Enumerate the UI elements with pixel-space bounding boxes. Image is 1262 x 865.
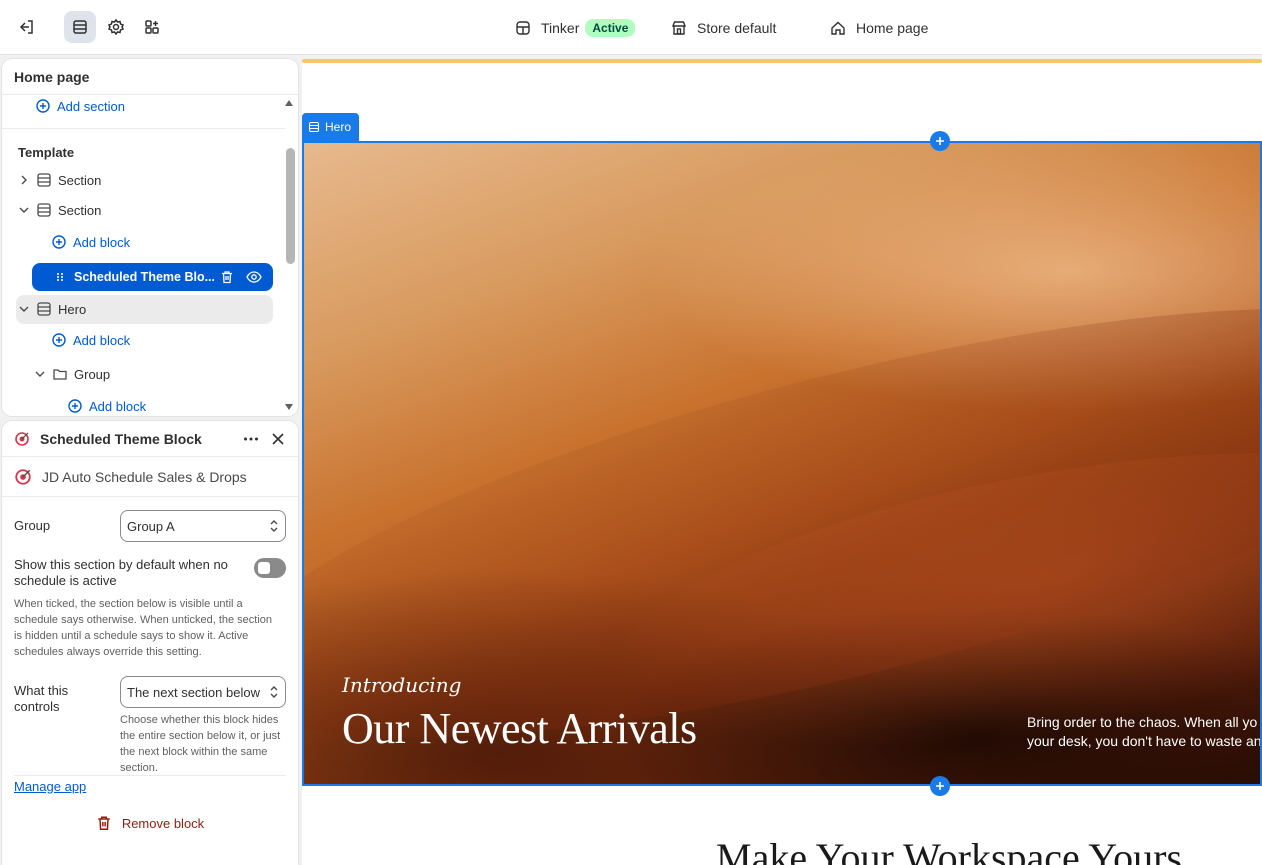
store-switcher[interactable]: Store default xyxy=(671,0,776,55)
section-icon xyxy=(37,203,51,217)
divider xyxy=(2,128,285,129)
group-select-value: Group A xyxy=(127,518,175,534)
block-panel-title: Scheduled Theme Block xyxy=(40,430,202,447)
plus-circle-icon xyxy=(52,333,66,347)
app-target-icon xyxy=(15,431,29,446)
page-name: Home page xyxy=(856,19,929,36)
add-block-button[interactable]: Add block xyxy=(52,326,130,354)
tree-item-scheduled-theme-block[interactable]: Scheduled Theme Blo... xyxy=(32,263,273,291)
plus-icon xyxy=(936,782,944,790)
hero-description: Bring order to the chaos. When all yo yo… xyxy=(1027,713,1262,751)
tree-item-label: Scheduled Theme Blo... xyxy=(74,270,214,284)
add-section-below-button[interactable] xyxy=(930,776,950,796)
folder-icon xyxy=(53,369,67,380)
close-icon[interactable] xyxy=(270,431,286,447)
add-block-label: Add block xyxy=(89,398,147,414)
apps-icon[interactable] xyxy=(136,11,168,43)
app-name: JD Auto Schedule Sales & Drops xyxy=(42,468,247,485)
announcement-bar xyxy=(302,59,1262,63)
chevron-right-icon[interactable] xyxy=(16,172,32,188)
hero-description-line: your desk, you don't have to waste an xyxy=(1027,733,1262,749)
hero-title: Our Newest Arrivals xyxy=(342,704,697,753)
chevron-down-icon[interactable] xyxy=(32,366,48,382)
hero-intro: Introducing xyxy=(342,673,462,697)
block-panel-header: Scheduled Theme Block xyxy=(2,421,298,457)
tree-item-label: Section xyxy=(58,202,102,218)
remove-block-button[interactable]: Remove block xyxy=(2,815,298,831)
trash-icon[interactable] xyxy=(220,270,234,284)
plus-icon xyxy=(936,137,944,145)
theme-switcher[interactable]: Tinker Active xyxy=(515,0,636,55)
hero-section-tag[interactable]: Hero xyxy=(302,113,360,141)
sections-icon[interactable] xyxy=(64,11,96,43)
scroll-down-icon[interactable] xyxy=(284,403,294,411)
store-icon xyxy=(671,20,687,36)
group-select[interactable]: Group A xyxy=(120,510,286,542)
app-logo-icon xyxy=(15,468,31,485)
tree-item-section-2[interactable]: Section xyxy=(16,196,101,224)
eye-icon[interactable] xyxy=(246,270,262,284)
panel-title: Home page xyxy=(2,59,298,95)
add-section-button[interactable]: Add section xyxy=(36,92,125,120)
controls-select[interactable]: The next section below xyxy=(120,676,286,708)
group-label: Group xyxy=(14,518,51,533)
exit-icon[interactable] xyxy=(10,11,42,43)
tree-item-label: Group xyxy=(74,366,111,382)
tree-item-label: Section xyxy=(58,172,102,188)
gear-icon[interactable] xyxy=(100,11,132,43)
trash-icon xyxy=(98,816,110,831)
plus-circle-icon xyxy=(36,99,50,113)
page-switcher[interactable]: Home page xyxy=(830,0,928,55)
section-icon xyxy=(37,302,51,316)
tree-item-section-1[interactable]: Section xyxy=(16,166,101,194)
add-section-label: Add section xyxy=(57,98,125,114)
chevron-down-icon[interactable] xyxy=(16,301,32,317)
home-icon xyxy=(830,20,846,36)
plus-circle-icon xyxy=(52,235,66,249)
next-section-title: Make Your Workspace Yours xyxy=(716,835,1183,865)
add-block-button[interactable]: Add block xyxy=(52,228,130,256)
tree-item-hero[interactable]: Hero xyxy=(16,295,86,323)
add-section-above-button[interactable] xyxy=(930,131,950,151)
add-block-label: Add block xyxy=(73,234,131,250)
tree-item-group[interactable]: Group xyxy=(32,360,110,388)
block-settings-panel: Scheduled Theme Block JD Auto Schedule S… xyxy=(2,421,298,865)
controls-label: What this controls xyxy=(14,683,69,714)
store-name: Store default xyxy=(697,19,777,36)
select-chevrons-icon xyxy=(270,686,278,698)
divider xyxy=(14,775,286,776)
drag-handle-icon[interactable] xyxy=(56,272,64,282)
select-chevrons-icon xyxy=(270,520,278,532)
scrollbar-thumb[interactable] xyxy=(286,148,295,264)
chevron-down-icon[interactable] xyxy=(16,202,32,218)
top-bar: Tinker Active Store default Home page xyxy=(0,0,1262,55)
remove-block-label: Remove block xyxy=(121,815,205,831)
status-badge: Active xyxy=(585,18,636,37)
hero-description-line: Bring order to the chaos. When all yo xyxy=(1027,714,1258,730)
theme-name: Tinker xyxy=(541,19,580,36)
default-visibility-label: Show this section by default when no sch… xyxy=(14,557,228,588)
app-source-row: JD Auto Schedule Sales & Drops xyxy=(2,457,298,497)
add-block-button[interactable]: Add block xyxy=(68,392,146,416)
manage-app-link[interactable]: Manage app xyxy=(14,779,86,794)
controls-select-value: The next section below xyxy=(127,684,260,700)
add-block-label: Add block xyxy=(73,332,131,348)
scroll-up-icon[interactable] xyxy=(284,99,294,107)
hero-tag-label: Hero xyxy=(325,120,352,134)
default-visibility-toggle[interactable] xyxy=(254,558,286,578)
section-icon xyxy=(308,121,320,133)
theme-icon xyxy=(515,20,531,36)
section-icon xyxy=(37,173,51,187)
default-visibility-help: When ticked, the section below is visibl… xyxy=(14,598,273,658)
hero-banner[interactable]: Introducing Our Newest Arrivals Bring or… xyxy=(302,141,1262,786)
template-heading: Template xyxy=(18,144,75,160)
tree-item-label: Hero xyxy=(58,301,87,317)
more-options-icon[interactable] xyxy=(242,430,260,448)
controls-help: Choose whether this block hides the enti… xyxy=(120,714,281,774)
section-tree-panel: Home page Add section Template Section S… xyxy=(2,59,298,416)
plus-circle-icon xyxy=(68,399,82,413)
storefront-preview: Hero Introducing Our Newest Arrivals Bri… xyxy=(302,59,1262,865)
